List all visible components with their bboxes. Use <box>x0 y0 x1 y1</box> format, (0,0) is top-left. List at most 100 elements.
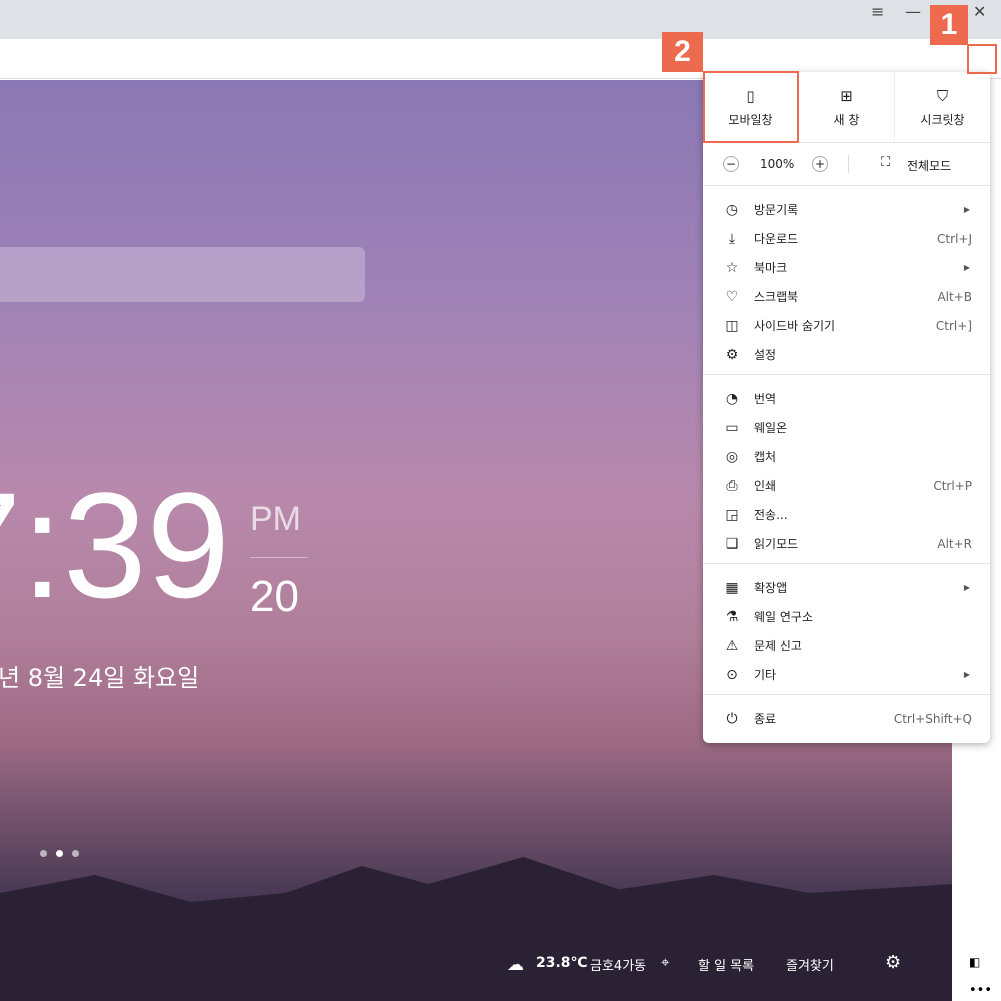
seconds: 20 <box>250 572 299 621</box>
new-window-icon: ⊞ <box>840 86 853 105</box>
menu-item-label: 문제 신고 <box>754 639 802 653</box>
main-menu: ▯ 모바일창 ⊞ 새 창 ⛉ 시크릿창 − 100% + ⛶ 전체모드 ◷ 방문기록 ▶ ⤓ 다운… <box>703 72 990 743</box>
menu-item[interactable]: ⚗ 웨일 연구소 <box>703 602 990 631</box>
shortcut: Ctrl+Shift+Q <box>893 711 972 726</box>
zoom-row: − 100% + ⛶ 전체모드 <box>703 142 990 186</box>
menu-item-label: 방문기록 <box>754 203 799 217</box>
menu-item[interactable]: ⚠ 문제 신고 <box>703 631 990 660</box>
favorites-link[interactable]: 즐겨찾기 <box>786 955 834 974</box>
shortcut: Alt+R <box>937 536 972 551</box>
slide-dot[interactable] <box>72 850 79 857</box>
submenu-arrow-icon: ▶ <box>963 583 970 592</box>
menu-item[interactable]: ♡ 스크랩북 Alt+B <box>703 282 990 311</box>
tab-list-icon[interactable]: ≡ <box>871 2 884 21</box>
menu-item-label: 번역 <box>754 392 777 406</box>
menu-item-label: 설정 <box>754 348 777 362</box>
minimize-button[interactable]: — <box>905 2 921 21</box>
grid-icon: ▦ <box>725 579 739 596</box>
weather-temp[interactable]: 23.8℃ <box>536 955 588 971</box>
date: 년 8월 24일 화요일 <box>0 664 200 692</box>
zoom-out-button[interactable]: − <box>723 156 739 172</box>
cast-icon: ◲ <box>725 506 739 523</box>
submenu-arrow-icon: ▶ <box>963 263 970 272</box>
submenu-arrow-icon: ▶ <box>963 670 970 679</box>
history-icon: ◷ <box>725 201 739 218</box>
divider <box>848 155 849 173</box>
clock: 7:39 <box>0 461 230 629</box>
sidebar-icon: ◫ <box>725 317 739 334</box>
menu-item-label: 읽기모드 <box>754 537 799 551</box>
slide-dot-active[interactable] <box>56 850 63 857</box>
menu-item[interactable]: ⤓ 다운로드 Ctrl+J <box>703 224 990 253</box>
menu-item-label: 확장앱 <box>754 581 788 595</box>
scrapbook-icon: ♡ <box>725 288 739 305</box>
star-icon: ☆ <box>725 259 739 276</box>
menu-item-label: 전송... <box>754 508 788 522</box>
weather-cloud-icon: ☁ <box>507 955 524 975</box>
menu-item[interactable]: ◲ 전송... <box>703 500 990 529</box>
menu-top-new-window[interactable]: ⊞ 새 창 <box>798 72 894 142</box>
menu-item[interactable]: ⊙ 기타 ▶ <box>703 660 990 689</box>
menu-item[interactable]: ◫ 사이드바 숨기기 Ctrl+] <box>703 311 990 340</box>
menu-item-label: 인쇄 <box>754 479 777 493</box>
menu-item[interactable]: ◔ 번역 <box>703 384 990 413</box>
location-crosshair-icon[interactable]: ⌖ <box>661 953 669 971</box>
sidebar-toggle-icon[interactable]: ◧ <box>969 955 980 969</box>
shortcut: Ctrl+J <box>937 231 972 246</box>
menu-item[interactable]: ◎ 캡처 <box>703 442 990 471</box>
ampm: PM <box>250 500 301 538</box>
menu-top-label: 시크릿창 <box>920 112 965 127</box>
camera-icon: ◎ <box>725 448 739 465</box>
fullscreen-icon[interactable]: ⛶ <box>881 155 890 170</box>
fullscreen-button[interactable]: 전체모드 <box>907 157 951 174</box>
menu-top-secret[interactable]: ⛉ 시크릿창 <box>894 72 990 142</box>
menu-item[interactable]: ⏻ 종료 Ctrl+Shift+Q <box>703 704 990 733</box>
weather-location[interactable]: 금호4가동 <box>590 955 646 974</box>
more-icon: ⊙ <box>726 666 738 683</box>
close-button[interactable]: ✕ <box>973 2 986 21</box>
menu-item-label: 캡처 <box>754 450 777 464</box>
menu-item-label: 스크랩북 <box>754 290 799 304</box>
shortcut: Ctrl+P <box>933 478 972 493</box>
shortcut: Ctrl+] <box>935 318 972 333</box>
menu-item[interactable]: ◷ 방문기록 ▶ <box>703 195 990 224</box>
book-icon: ❏ <box>725 535 739 552</box>
menu-item-label: 종료 <box>754 712 777 726</box>
menu-item[interactable]: ⎙ 인쇄 Ctrl+P <box>703 471 990 500</box>
gear-icon: ⚙ <box>725 346 739 363</box>
more-icon[interactable]: ••• <box>969 983 992 998</box>
translate-icon: ◔ <box>725 390 739 407</box>
submenu-arrow-icon: ▶ <box>963 205 970 214</box>
report-icon: ⚠ <box>725 637 739 654</box>
gear-icon[interactable]: ⚙ <box>885 952 901 973</box>
menu-item-label: 웨일온 <box>754 421 788 435</box>
zoom-in-button[interactable]: + <box>812 156 828 172</box>
zoom-level: 100% <box>760 157 795 171</box>
slide-dot[interactable] <box>40 850 47 857</box>
menu-item[interactable]: ☆ 북마크 ▶ <box>703 253 990 282</box>
menu-item-label: 북마크 <box>754 261 788 275</box>
menu-item[interactable]: ▦ 확장앱 ▶ <box>703 573 990 602</box>
menu-item[interactable]: ⚙ 설정 <box>703 340 990 369</box>
video-icon: ▭ <box>725 419 739 436</box>
flask-icon: ⚗ <box>725 608 739 625</box>
download-icon: ⤓ <box>728 230 736 247</box>
power-icon: ⏻ <box>726 710 738 727</box>
secret-icon: ⛉ <box>936 86 949 105</box>
annotation-highlight-1 <box>967 44 997 74</box>
menu-item-label: 웨일 연구소 <box>754 610 814 624</box>
annotation-highlight-2 <box>703 71 799 143</box>
menu-divider <box>703 694 990 695</box>
menu-item-label: 다운로드 <box>754 232 799 246</box>
shortcut: Alt+B <box>937 289 972 304</box>
menu-divider <box>703 374 990 375</box>
menu-item[interactable]: ▭ 웨일온 <box>703 413 990 442</box>
todo-link[interactable]: 할 일 목록 <box>698 955 754 974</box>
title-bar: ≡ — ✕ <box>0 0 1001 39</box>
search-box[interactable] <box>0 247 365 302</box>
annotation-badge-2: 2 <box>662 32 703 72</box>
menu-item[interactable]: ❏ 읽기모드 Alt+R <box>703 529 990 558</box>
slide-dots <box>40 850 79 857</box>
menu-item-label: 사이드바 숨기기 <box>754 319 836 333</box>
menu-top-label: 새 창 <box>833 112 860 127</box>
